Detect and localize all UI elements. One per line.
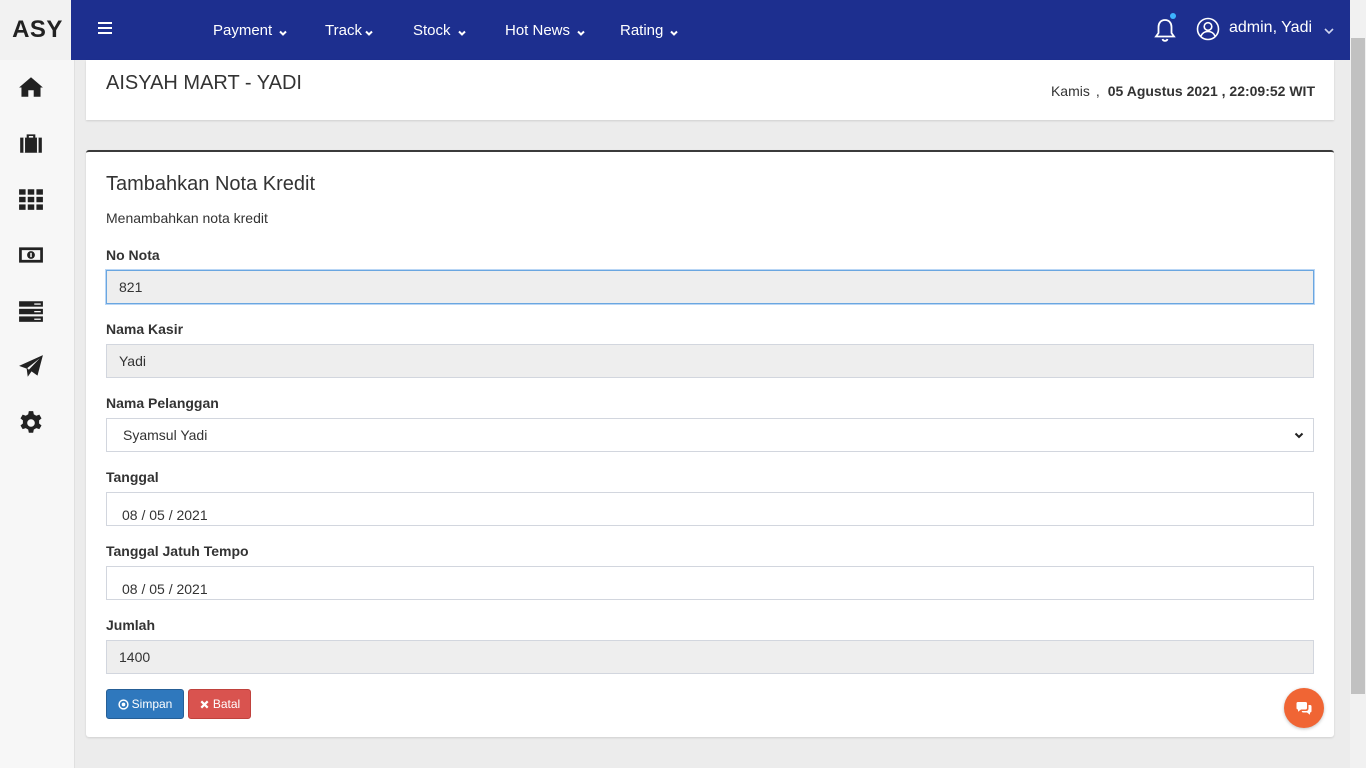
form-title: Tambahkan Nota Kredit [106,173,316,195]
gear-icon [20,411,42,433]
nama-kasir-label: Nama Kasir [106,321,184,337]
tanggal-jatuh-tempo-label: Tanggal Jatuh Tempo [106,543,249,559]
nav-stock[interactable]: Stock [413,0,467,60]
nav-track[interactable]: Track [325,0,374,60]
credit-note-form: Tambahkan Nota Kredit Menambahkan nota k… [86,150,1334,737]
scrollbar-thumb[interactable] [1351,38,1365,694]
save-button-label: Simpan [131,697,173,711]
server-icon [19,301,43,322]
paper-plane-icon [19,355,43,377]
chevron-down-icon [1294,432,1304,439]
page-title: AISYAH MART - YADI [106,72,302,94]
nav-rating-label: Rating [620,21,664,39]
user-name[interactable]: admin, Yadi [1229,19,1312,37]
chat-button[interactable] [1284,688,1324,728]
chevron-down-icon [576,25,586,36]
tanggal-date-input[interactable]: 08 / 05 / 2021 [106,492,1314,526]
chevron-down-icon [669,25,679,36]
hamburger-menu-icon[interactable] [98,22,112,36]
grid-icon [19,189,43,210]
nav-payment-label: Payment [213,21,273,39]
sidebar-item-briefcase[interactable] [0,123,62,163]
notification-bell-icon[interactable] [1153,13,1177,43]
jumlah-label: Jumlah [106,617,156,633]
sidebar-item-home[interactable] [0,67,62,107]
sidebar-item-send[interactable] [0,347,62,387]
datetime-separator: , [1095,83,1100,99]
sidebar [0,60,75,768]
nav-track-label: Track [325,21,362,39]
chevron-down-icon [364,25,374,36]
briefcase-icon [20,134,42,153]
nav-hot-news[interactable]: Hot News [505,0,586,60]
sidebar-item-money[interactable] [0,235,62,275]
top-navbar: Payment Track Stock Hot News Rating admi… [71,0,1350,60]
current-day: Kamis [1050,83,1090,99]
money-icon [19,247,43,263]
cancel-button[interactable]: Batal [188,689,251,719]
nama-pelanggan-label: Nama Pelanggan [106,395,219,411]
nav-rating[interactable]: Rating [620,0,679,60]
nama-pelanggan-selected: Syamsul Yadi [123,427,208,443]
circle-dot-icon [118,698,129,710]
jumlah-input[interactable]: 1400 [106,640,1314,674]
sidebar-item-grid[interactable] [0,179,62,219]
sidebar-item-server[interactable] [0,291,62,331]
brand-logo[interactable]: ASY [0,0,75,60]
notification-dot [1170,13,1176,19]
chevron-down-icon [457,25,467,36]
close-icon [199,699,210,710]
tanggal-jatuh-tempo-date-input[interactable]: 08 / 05 / 2021 [106,566,1314,600]
nav-stock-label: Stock [413,21,451,39]
cancel-button-label: Batal [212,697,241,711]
nama-pelanggan-select[interactable]: Syamsul Yadi [106,418,1314,452]
nav-payment[interactable]: Payment [213,0,288,60]
nama-kasir-input[interactable]: Yadi [106,344,1314,378]
no-nota-input[interactable]: 821 [106,270,1314,304]
nav-hot-news-label: Hot News [505,21,571,39]
home-icon [19,77,43,97]
user-menu-chevron-icon[interactable] [1323,24,1335,36]
tanggal-label: Tanggal [106,469,159,485]
chat-bubbles-icon [1296,702,1312,715]
current-datetime: Kamis, 05 Agustus 2021 , 22:09:52 WIT [1051,83,1315,99]
user-avatar-icon[interactable] [1196,17,1220,41]
page-scrollbar[interactable] [1350,0,1366,768]
form-subtitle: Menambahkan nota kredit [106,210,268,226]
sidebar-item-settings[interactable] [0,403,62,443]
current-date-time: 05 Agustus 2021 , 22:09:52 WIT [1107,83,1315,99]
page-header-card: AISYAH MART - YADI Kamis, 05 Agustus 2021… [86,60,1334,120]
save-button[interactable]: Simpan [106,689,184,719]
no-nota-label: No Nota [106,247,160,263]
chevron-down-icon [278,25,288,36]
